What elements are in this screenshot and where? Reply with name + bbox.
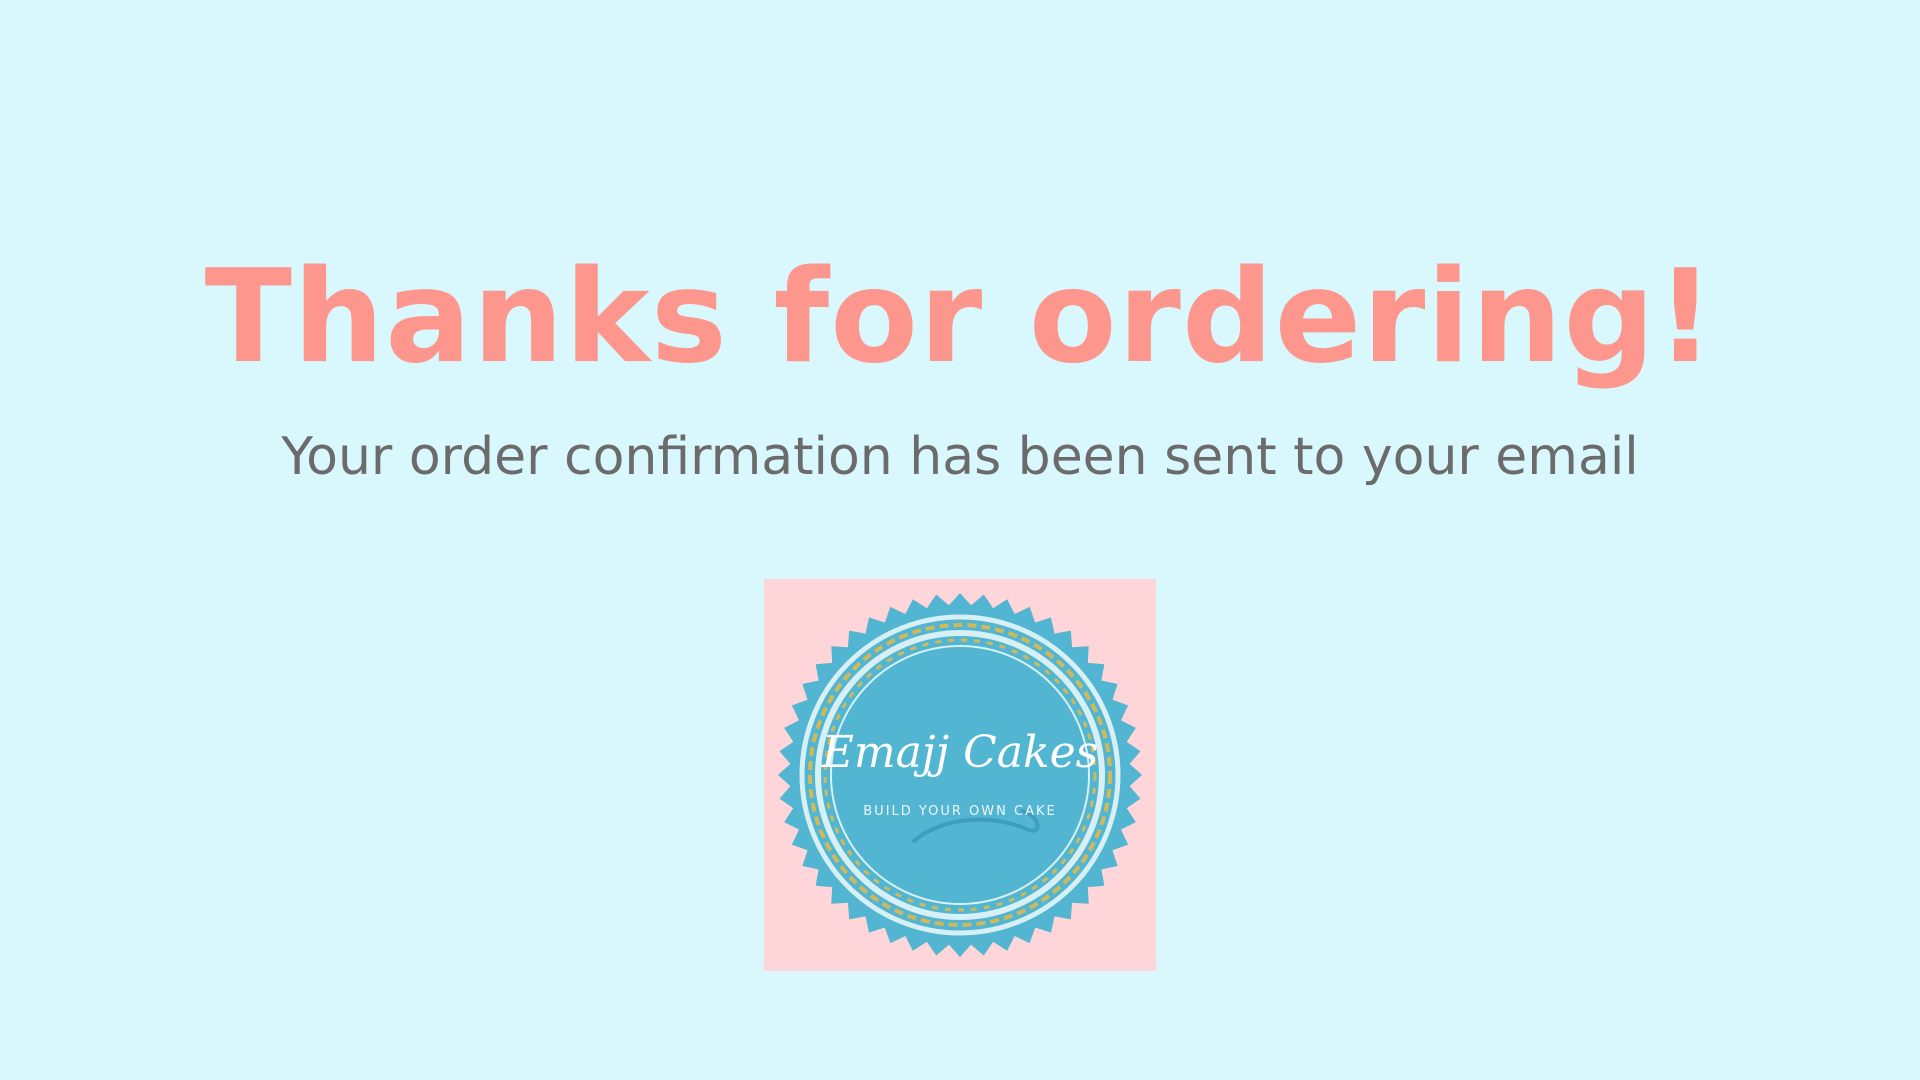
confirmation-message: Your order confirmation has been sent to… [281,427,1639,487]
thanks-headline: Thanks for ordering! [204,243,1716,392]
logo-brand-name: Emajj Cakes [821,727,1099,778]
logo-tagline: BUILD YOUR OWN CAKE [863,804,1057,819]
brand-logo: Emajj Cakes BUILD YOUR OWN CAKE [764,579,1156,971]
order-confirmation-page: Thanks for ordering! Your order confirma… [0,0,1920,1080]
